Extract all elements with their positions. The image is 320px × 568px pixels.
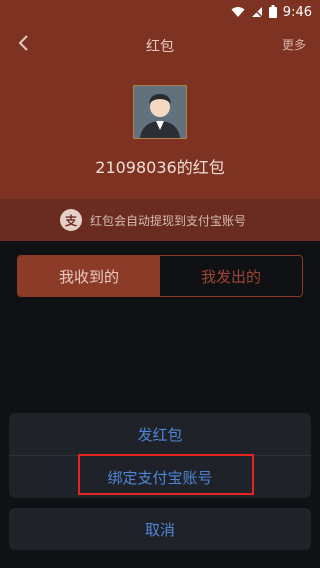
- header: 红包 更多 21098036的红包: [0, 24, 320, 199]
- cancel-button[interactable]: 取消: [9, 508, 311, 550]
- notice-text: 红包会自动提现到支付宝账号: [90, 213, 247, 228]
- status-time: 9:46: [282, 4, 312, 20]
- segmented-tabs: 我收到的 我发出的: [17, 255, 303, 297]
- avatar[interactable]: [133, 85, 187, 139]
- wifi-icon: [231, 3, 245, 22]
- alipay-notice: 支 红包会自动提现到支付宝账号: [0, 199, 320, 241]
- status-bar: 9:46: [0, 0, 320, 24]
- tab-received[interactable]: 我收到的: [18, 256, 160, 296]
- highlight-box: [78, 454, 254, 495]
- account-title: 21098036的红包: [95, 158, 225, 177]
- more-button[interactable]: 更多: [282, 36, 306, 53]
- battery-icon: [268, 3, 277, 22]
- tab-sent[interactable]: 我发出的: [160, 256, 302, 296]
- send-red-packet-button[interactable]: 发红包: [9, 413, 311, 455]
- page-title: 红包: [146, 39, 174, 55]
- user-avatar-icon: [134, 86, 186, 142]
- alipay-icon: 支: [60, 209, 82, 231]
- signal-icon: [251, 3, 263, 22]
- status-icons: 9:46: [231, 3, 312, 21]
- notice-content: 支 红包会自动提现到支付宝账号: [60, 208, 246, 232]
